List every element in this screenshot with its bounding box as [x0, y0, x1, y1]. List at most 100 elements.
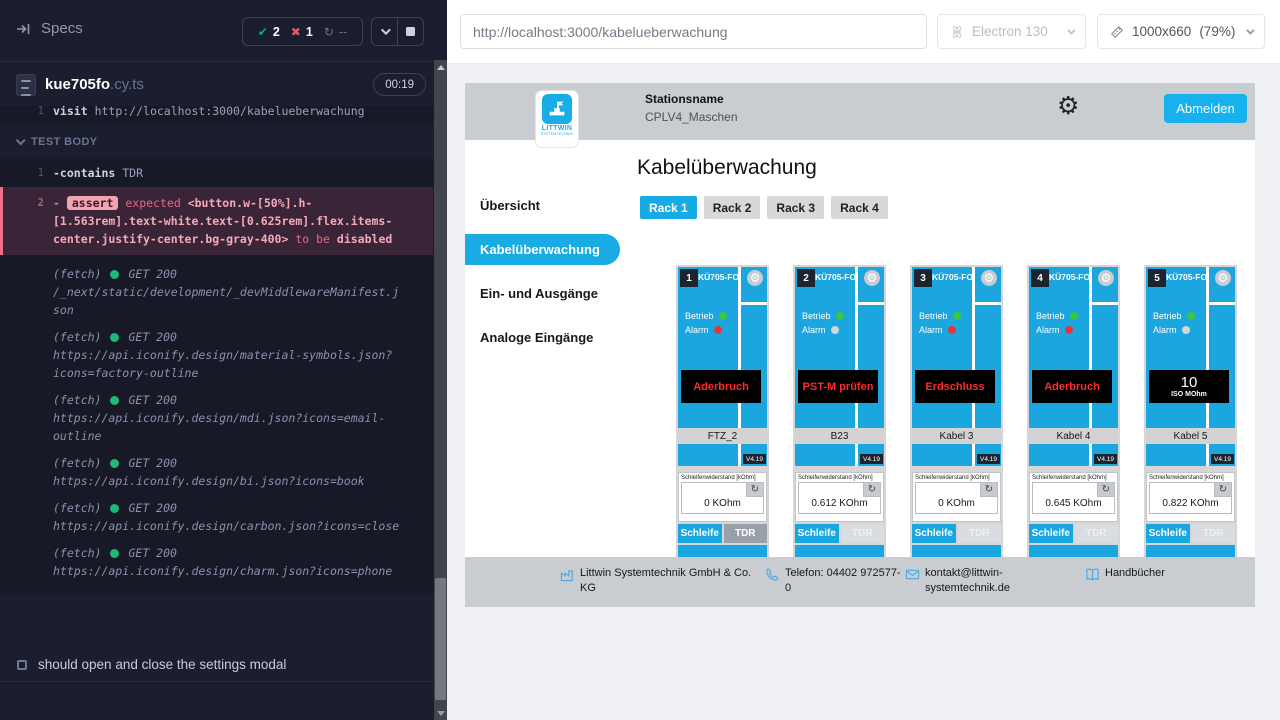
spec-file-row[interactable]: kue705fo.cy.ts 00:19	[0, 72, 433, 104]
command-contains[interactable]: 1 -contains TDR	[0, 159, 433, 187]
rack-tab[interactable]: Rack 4	[831, 196, 888, 219]
card-version-strip: V4.19	[912, 444, 1001, 466]
tdr-button[interactable]: TDR	[841, 524, 885, 543]
alarm-led	[714, 326, 722, 334]
footer-email: kontakt@littwin-systemtechnik.de	[905, 566, 1025, 596]
tdr-button[interactable]: TDR	[958, 524, 1002, 543]
measurement-panel: Schleifenwiderstand [kOhm] ↻ 0.822 KOhm	[1146, 472, 1235, 522]
device-model: KÜ705-FO	[815, 272, 855, 282]
specs-icon	[16, 21, 32, 37]
fetch-entry[interactable]: (fetch) GET 200 https://api.iconify.desi…	[0, 544, 433, 580]
refresh-icon[interactable]: ↻	[746, 483, 763, 497]
schleife-button[interactable]: Schleife	[1029, 524, 1073, 543]
runner-controls	[371, 17, 424, 46]
check-icon: ✔	[258, 25, 268, 39]
fetch-entry[interactable]: (fetch) GET 200 https://api.iconify.desi…	[0, 454, 433, 490]
scroll-down-icon[interactable]	[437, 711, 445, 716]
scroll-up-icon[interactable]	[437, 65, 445, 70]
cable-name: FTZ_2	[678, 428, 767, 444]
command-visit[interactable]: 1 visit http://localhost:3000/kabelueber…	[0, 106, 433, 125]
rack-tab[interactable]: Rack 1	[640, 196, 697, 219]
cable-monitor-card: 4 KÜ705-FO ⚙ Betrieb Alarm Aderbruch	[1027, 265, 1120, 557]
tdr-button[interactable]: TDR	[1075, 524, 1119, 543]
fetch-entry[interactable]: (fetch) GET 200 https://api.iconify.desi…	[0, 391, 433, 445]
cable-monitor-card: 5 KÜ705-FO ⚙ Betrieb Alarm 10	[1144, 265, 1237, 557]
fetch-entry[interactable]: (fetch) GET 200 /_next/static/developmen…	[0, 265, 433, 319]
specs-menu[interactable]: Specs	[16, 20, 83, 37]
schleife-button[interactable]: Schleife	[1146, 524, 1190, 543]
refresh-icon[interactable]: ↻	[1214, 483, 1231, 497]
footer-company: Littwin Systemtechnik GmbH & Co. KG	[560, 566, 760, 596]
measurement-label: Schleifenwiderstand [kOhm]	[796, 473, 883, 482]
logout-button[interactable]: Abmelden	[1164, 94, 1247, 123]
sidebar-item[interactable]: Übersicht	[465, 183, 630, 227]
fetch-url: https://api.iconify.design/charm.json?ic…	[53, 562, 405, 580]
pending-test-row[interactable]: should open and close the settings modal	[0, 648, 433, 682]
firmware-version: V4.19	[1211, 454, 1234, 464]
factory-icon	[560, 567, 575, 582]
schleife-button[interactable]: Schleife	[912, 524, 956, 543]
sidebar-item[interactable]: Analoge Eingänge	[465, 315, 630, 359]
card-version-strip: V4.19	[795, 444, 884, 466]
card-device-panel: 2 KÜ705-FO ⚙ Betrieb Alarm PST-M prüfen	[795, 267, 884, 428]
firmware-version: V4.19	[743, 454, 766, 464]
measurement-panel: Schleifenwiderstand [kOhm] ↻ 0 KOhm	[912, 472, 1001, 522]
chevron-down-icon	[16, 135, 26, 145]
electron-icon	[950, 25, 964, 39]
status-dot-icon	[110, 396, 119, 405]
refresh-icon[interactable]: ↻	[980, 483, 997, 497]
status-dot-icon	[110, 549, 119, 558]
measurement-label: Schleifenwiderstand [kOhm]	[913, 473, 1000, 482]
settings-gear-icon[interactable]: ⚙	[1057, 93, 1079, 118]
card-settings-gear-icon[interactable]: ⚙	[864, 270, 880, 286]
schleife-button[interactable]: Schleife	[795, 524, 839, 543]
card-settings-gear-icon[interactable]: ⚙	[981, 270, 997, 286]
rack-tab[interactable]: Rack 2	[704, 196, 761, 219]
footer-manuals-link[interactable]: Handbücher	[1085, 566, 1165, 582]
collapse-button[interactable]	[372, 18, 397, 45]
test-body-section[interactable]: TEST BODY	[0, 125, 433, 159]
card-settings-gear-icon[interactable]: ⚙	[1098, 270, 1114, 286]
scrollbar-thumb[interactable]	[435, 578, 446, 700]
refresh-icon[interactable]: ↻	[863, 483, 880, 497]
cable-monitor-card: 1 KÜ705-FO ⚙ Betrieb Alarm Aderbruch	[676, 265, 769, 557]
cable-name: Kabel 3	[912, 428, 1001, 444]
scrollbar-track[interactable]	[434, 60, 447, 720]
fetch-entry[interactable]: (fetch) GET 200 https://api.iconify.desi…	[0, 328, 433, 382]
fetch-entry[interactable]: (fetch) GET 200 https://api.iconify.desi…	[0, 499, 433, 535]
measurement-value: 0.612 KOhm	[799, 498, 880, 509]
littwin-logo: LITTWIN SYSTEMTECHNIK	[535, 90, 579, 148]
tdr-button[interactable]: TDR	[724, 524, 768, 543]
refresh-icon[interactable]: ↻	[1097, 483, 1114, 497]
test-stats: ✔2 ✖1 ↻--	[242, 17, 363, 46]
sidebar-item[interactable]: Ein- und Ausgänge	[465, 271, 630, 315]
status-indicators: Betrieb Alarm	[919, 309, 961, 337]
betrieb-led	[836, 312, 844, 320]
ruler-icon	[1110, 25, 1124, 39]
viewport-selector[interactable]: 1000x660 (79%)	[1097, 14, 1265, 49]
status-indicators: Betrieb Alarm	[1153, 309, 1195, 337]
stop-button[interactable]	[397, 18, 423, 45]
measurement-value: 0.645 KOhm	[1033, 498, 1114, 509]
tdr-button[interactable]: TDR	[1192, 524, 1236, 543]
betrieb-led	[1070, 312, 1078, 320]
url-input[interactable]	[460, 14, 927, 49]
stat-failed: ✖1	[291, 25, 313, 39]
browser-selector[interactable]: Electron 130	[937, 14, 1086, 49]
assert-badge: assert	[67, 196, 119, 210]
betrieb-led	[719, 312, 727, 320]
chevron-down-icon	[1067, 26, 1075, 34]
status-dot-icon	[110, 459, 119, 468]
rack-tab[interactable]: Rack 3	[767, 196, 824, 219]
sidebar-item[interactable]: Kabelüberwachung	[465, 227, 630, 271]
station-name-value: CPLV4_Maschen	[645, 110, 738, 124]
card-number: 1	[680, 269, 698, 287]
pending-test-icon	[17, 660, 27, 670]
status-display: 10 ISO MOhm	[1149, 370, 1229, 403]
status-dot-icon	[110, 504, 119, 513]
card-settings-gear-icon[interactable]: ⚙	[747, 270, 763, 286]
card-settings-gear-icon[interactable]: ⚙	[1215, 270, 1231, 286]
command-assert-failed[interactable]: 2 - assert expected <button.w-[50%].h-[1…	[0, 187, 433, 255]
aut-page: LITTWIN SYSTEMTECHNIK Stationsname CPLV4…	[447, 64, 1280, 720]
schleife-button[interactable]: Schleife	[678, 524, 722, 543]
